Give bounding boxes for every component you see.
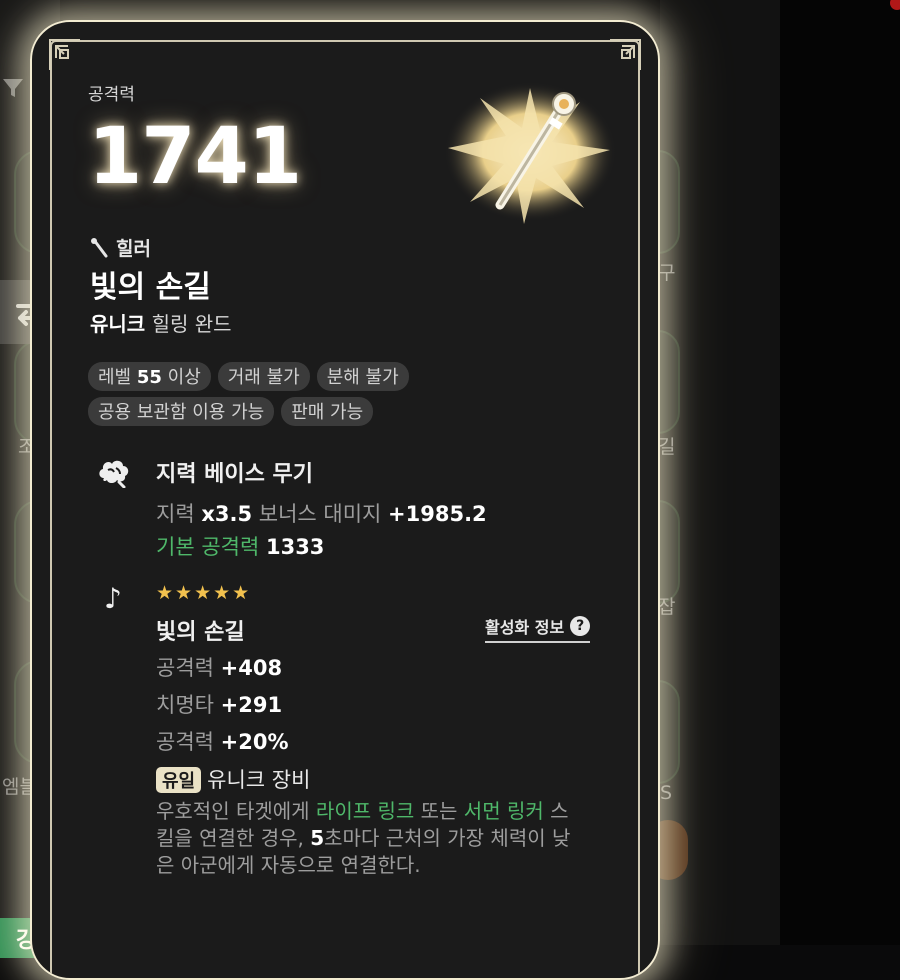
healing-wand-icon [444,82,616,224]
set-stat-line: 공격력 +408 [156,656,283,680]
base-attack-line: 기본 공격력 1333 [156,531,324,561]
skill-link-life: 라이프 링크 [315,799,415,823]
tag-row: 레벨 55 이상 거래 불가 분해 불가 [88,362,508,391]
set-rating-stars: ★★★★★ [156,582,252,604]
attack-power-value: 1741 [88,112,302,202]
dark-side-panel [780,0,900,945]
activation-info-link[interactable]: 활성화 정보 ? [485,614,591,643]
slot-label: 길 [658,436,676,458]
item-name: 빛의 손길 [90,270,211,305]
stat-bonus-line: 지력 x3.5 보너스 대미지 +1985.2 [156,502,487,526]
unique-badge: 유일 [156,767,202,793]
slot-label: S [660,782,673,804]
brain-icon [99,460,129,488]
tag-undismantlable: 분해 불가 [316,362,409,391]
filter-icon[interactable] [2,76,24,100]
base-attack-label: 기본 공격력 [156,535,260,559]
set-name: 빛의 손길 [156,620,245,645]
item-type: 유니크 힐링 완드 [90,308,232,337]
tag-sellable: 판매 가능 [281,397,374,426]
right-inventory-strip [660,0,780,945]
base-weapon-title: 지력 베이스 무기 [156,462,313,487]
class-name: 힐러 [116,238,151,260]
healer-class-icon [91,237,108,257]
music-note-icon: ♪ [104,582,122,615]
tag-row: 공용 보관함 이용 가능 판매 가능 [88,397,508,426]
slot-label: 잡 [658,596,676,618]
slot-label: 구 [658,262,676,284]
help-icon: ? [570,616,591,636]
tag-level: 레벨 55 이상 [88,362,211,391]
tag-untradable: 거래 불가 [217,362,310,391]
effect-description: 우호적인 타겟에게 라이프 링크 또는 서먼 링커 스킬을 연결한 경우, 5초… [156,799,571,877]
item-category: 힐링 완드 [151,312,232,336]
item-rarity: 유니크 [90,312,146,336]
power-label: 공격력 [88,85,135,105]
skill-link-summon: 서먼 링커 [463,799,544,823]
set-stat-line: 치명타 +291 [156,693,283,717]
set-stat-line: 공격력 +20% [156,730,289,754]
class-row: 힐러 [90,234,151,261]
corner-ornament-icon [610,39,641,70]
tag-shared-storage: 공용 보관함 이용 가능 [88,397,275,426]
corner-ornament-icon [49,39,80,70]
base-attack-value: 1333 [265,535,325,559]
unique-equipment-line: 유일 유니크 장비 [156,764,310,794]
